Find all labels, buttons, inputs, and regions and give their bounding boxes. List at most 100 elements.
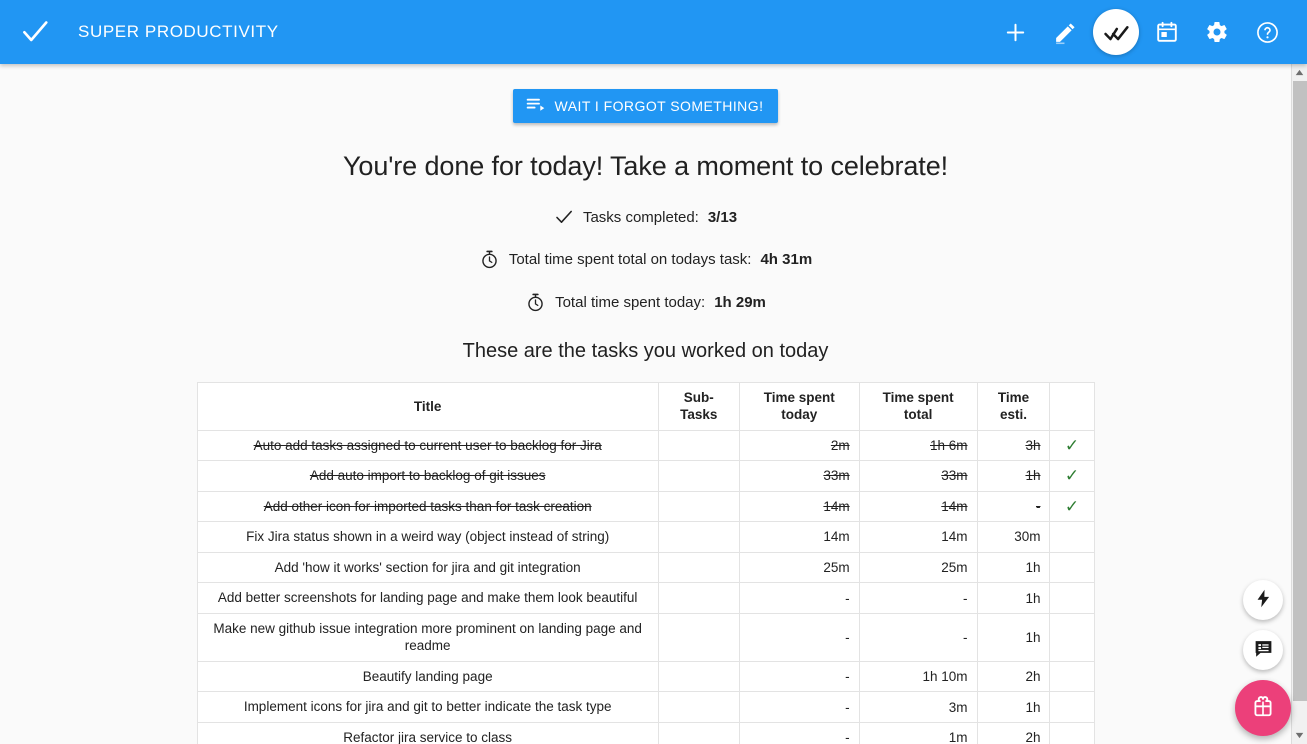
- cell-time-estimate-text: 30m: [1014, 529, 1040, 544]
- calendar-icon: [1155, 20, 1179, 44]
- cell-subtasks: [658, 613, 739, 661]
- cell-title: Make new github issue integration more p…: [197, 613, 658, 661]
- cell-title: Auto add tasks assigned to current user …: [197, 430, 658, 461]
- cell-time-spent-total: 33m: [859, 461, 977, 492]
- table-row[interactable]: Implement icons for jira and git to bett…: [197, 692, 1094, 723]
- scrollbar-track[interactable]: [1292, 81, 1307, 727]
- page-scroll-area: WAIT I FORGOT SOMETHING! You're done for…: [0, 64, 1291, 744]
- column-header-time-estimate[interactable]: Time esti.: [977, 383, 1050, 431]
- edit-button[interactable]: [1043, 10, 1087, 54]
- cell-time-spent-today-text: -: [845, 591, 850, 606]
- cell-time-spent-today-text: -: [845, 730, 850, 744]
- stat-value: 4h 31m: [760, 251, 812, 268]
- lightning-bolt-icon: [1253, 588, 1274, 612]
- add-task-button[interactable]: [993, 10, 1037, 54]
- cell-subtasks: [658, 661, 739, 692]
- table-row[interactable]: Add 'how it works' section for jira and …: [197, 552, 1094, 583]
- cell-done-check: [1050, 692, 1094, 723]
- cell-title: Refactor jira service to class: [197, 723, 658, 744]
- cell-time-spent-today-text: -: [845, 669, 850, 684]
- rewards-fab[interactable]: [1235, 680, 1291, 736]
- cell-time-spent-total: 25m: [859, 552, 977, 583]
- calendar-button[interactable]: [1145, 10, 1189, 54]
- table-row[interactable]: Fix Jira status shown in a weird way (ob…: [197, 522, 1094, 553]
- cell-time-spent-total: 1h 10m: [859, 661, 977, 692]
- wait-i-forgot-something-button[interactable]: WAIT I FORGOT SOMETHING!: [513, 89, 779, 123]
- column-header-title[interactable]: Title: [197, 383, 658, 431]
- column-header-time-spent-total[interactable]: Time spent total: [859, 383, 977, 431]
- scroll-up-arrow[interactable]: [1292, 64, 1307, 81]
- task-done-check-icon: ✓: [1065, 498, 1079, 515]
- cell-time-estimate: 2h: [977, 661, 1050, 692]
- help-button[interactable]: [1245, 10, 1289, 54]
- cell-time-estimate: -: [977, 491, 1050, 522]
- cell-time-spent-today-text: 33m: [823, 468, 849, 483]
- cell-time-spent-today: 14m: [739, 522, 859, 553]
- notes-fab[interactable]: [1243, 630, 1283, 670]
- cell-time-spent-total-text: -: [963, 591, 968, 606]
- cell-time-spent-today: 14m: [739, 491, 859, 522]
- cell-time-estimate: 1h: [977, 692, 1050, 723]
- table-row[interactable]: Add better screenshots for landing page …: [197, 583, 1094, 614]
- scroll-down-arrow[interactable]: [1292, 727, 1307, 744]
- column-header-done: [1050, 383, 1094, 431]
- stat-value: 1h 29m: [714, 294, 766, 311]
- cell-title-text: Add better screenshots for landing page …: [218, 590, 638, 605]
- plus-icon: [1003, 20, 1028, 45]
- cell-time-estimate-text: 1h: [1025, 591, 1040, 606]
- table-row[interactable]: Refactor jira service to class-1m2h: [197, 723, 1094, 744]
- cell-time-estimate: 1h: [977, 613, 1050, 661]
- stat-tasks-completed: Tasks completed: 3/13: [554, 207, 737, 227]
- cell-time-spent-total: 14m: [859, 522, 977, 553]
- cell-time-spent-today: 33m: [739, 461, 859, 492]
- cell-time-spent-total: 3m: [859, 692, 977, 723]
- cell-title: Add auto import to backlog of git issues: [197, 461, 658, 492]
- table-row[interactable]: Beautify landing page -1h 10m2h: [197, 661, 1094, 692]
- task-done-check-icon: ✓: [1065, 467, 1079, 484]
- cell-title-text: Beautify landing page: [363, 669, 493, 684]
- cell-time-spent-total-text: 33m: [941, 468, 967, 483]
- done-button[interactable]: [1093, 9, 1139, 55]
- cell-done-check: ✓: [1050, 491, 1094, 522]
- cell-title: Implement icons for jira and git to bett…: [197, 692, 658, 723]
- app-logo-icon[interactable]: [14, 11, 56, 53]
- cell-time-estimate: 2h: [977, 723, 1050, 744]
- column-header-time-spent-today[interactable]: Time spent today: [739, 383, 859, 431]
- table-row[interactable]: Auto add tasks assigned to current user …: [197, 430, 1094, 461]
- pencil-icon: [1053, 20, 1078, 45]
- cell-done-check: [1050, 552, 1094, 583]
- cell-title-text: Add 'how it works' section for jira and …: [275, 560, 581, 575]
- table-row[interactable]: Add other icon for imported tasks than f…: [197, 491, 1094, 522]
- cell-time-estimate: 1h: [977, 552, 1050, 583]
- cell-time-estimate-text: 1h: [1025, 468, 1040, 483]
- cell-time-spent-today: 2m: [739, 430, 859, 461]
- table-row[interactable]: Add auto import to backlog of git issues…: [197, 461, 1094, 492]
- cell-time-spent-today-text: 25m: [823, 560, 849, 575]
- comment-list-icon: [1253, 638, 1274, 662]
- app-title: SUPER PRODUCTIVITY: [78, 22, 279, 42]
- settings-button[interactable]: [1195, 10, 1239, 54]
- cell-time-spent-total-text: 14m: [941, 499, 967, 514]
- cell-subtasks: [658, 723, 739, 744]
- cell-time-spent-today: 25m: [739, 552, 859, 583]
- cell-title: Fix Jira status shown in a weird way (ob…: [197, 522, 658, 553]
- cell-title-text: Fix Jira status shown in a weird way (ob…: [246, 529, 609, 544]
- scrollbar-thumb[interactable]: [1293, 81, 1307, 701]
- flash-fab[interactable]: [1243, 580, 1283, 620]
- cell-title-text: Implement icons for jira and git to bett…: [244, 699, 612, 714]
- column-header-subtasks[interactable]: Sub-Tasks: [658, 383, 739, 431]
- playlist-play-icon: [525, 94, 546, 118]
- question-circle-icon: [1255, 20, 1280, 45]
- cell-time-estimate: 1h: [977, 583, 1050, 614]
- cell-done-check: [1050, 522, 1094, 553]
- table-body: Auto add tasks assigned to current user …: [197, 430, 1094, 744]
- cell-time-spent-today: -: [739, 692, 859, 723]
- floating-action-button-stack: [1235, 580, 1291, 736]
- gear-icon: [1205, 20, 1229, 44]
- double-check-icon: [1104, 20, 1129, 45]
- cell-title-text: Refactor jira service to class: [343, 730, 512, 744]
- cell-time-spent-today-text: -: [845, 700, 850, 715]
- cell-time-spent-total-text: -: [963, 630, 968, 645]
- page-scrollbar[interactable]: [1291, 64, 1307, 744]
- table-row[interactable]: Make new github issue integration more p…: [197, 613, 1094, 661]
